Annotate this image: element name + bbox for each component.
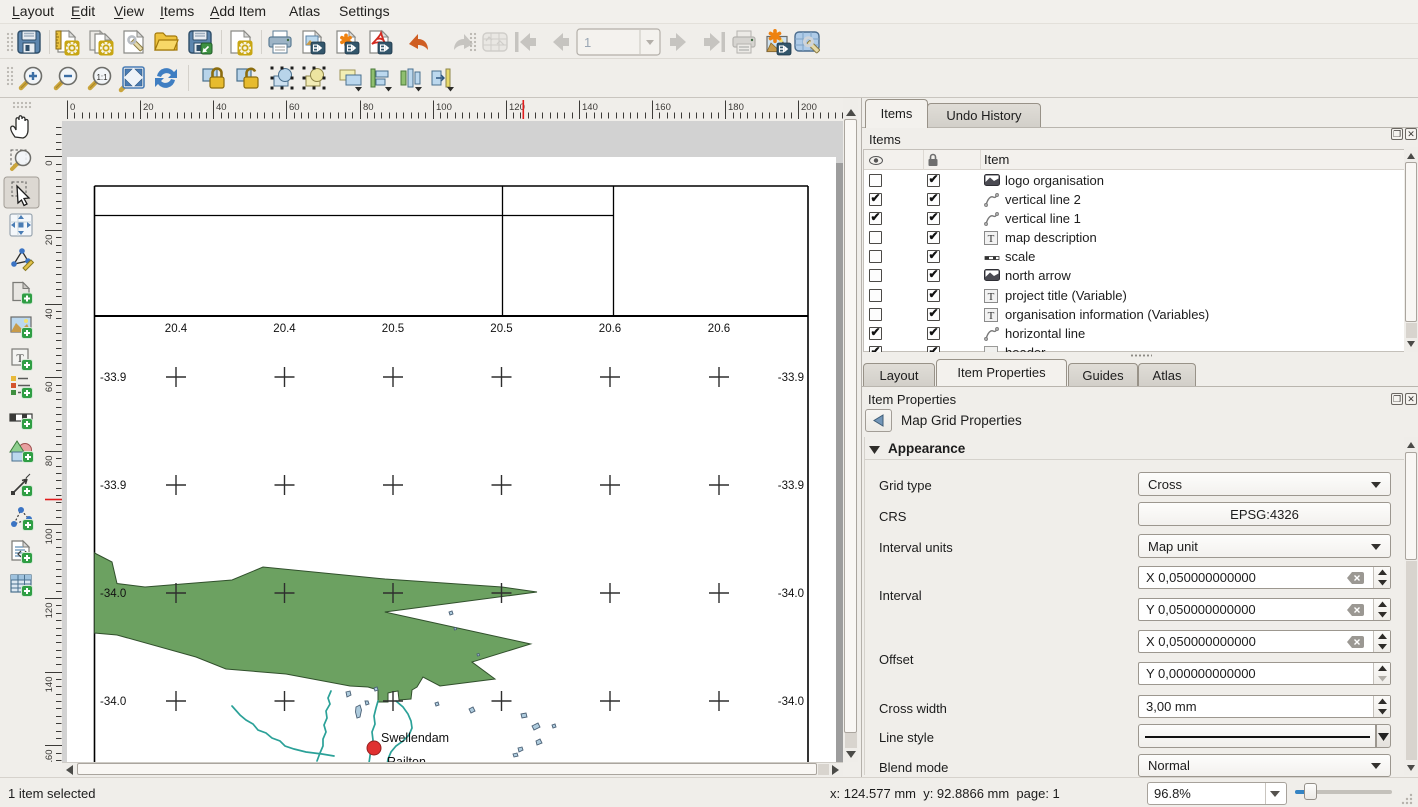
svg-text:-33.9: -33.9	[778, 480, 804, 492]
svg-text:T: T	[988, 310, 995, 322]
svg-text:20.6: 20.6	[599, 323, 621, 335]
svg-text:20: 20	[143, 102, 154, 113]
svg-text:T: T	[988, 233, 995, 245]
svg-text:160: 160	[44, 750, 55, 763]
svg-text:20.6: 20.6	[708, 323, 730, 335]
svg-text:1:1: 1:1	[96, 73, 108, 82]
svg-text:Swellendam: Swellendam	[381, 731, 449, 745]
svg-text:20.5: 20.5	[490, 323, 512, 335]
svg-text:1: 1	[584, 35, 591, 50]
svg-text:100: 100	[436, 102, 452, 113]
svg-text:40: 40	[216, 102, 227, 113]
svg-text:-33.9: -33.9	[100, 372, 126, 384]
svg-text:160: 160	[655, 102, 671, 113]
svg-text:-33.9: -33.9	[778, 372, 804, 384]
svg-text:20.4: 20.4	[273, 323, 296, 335]
svg-text:0: 0	[44, 161, 55, 166]
svg-text:180: 180	[728, 102, 744, 113]
svg-text:60: 60	[289, 102, 300, 113]
svg-text:-34.0: -34.0	[100, 696, 126, 708]
svg-text:-34.0: -34.0	[778, 696, 804, 708]
svg-text:140: 140	[582, 102, 598, 113]
svg-text:140: 140	[44, 677, 55, 693]
svg-text:60: 60	[44, 382, 55, 393]
svg-text:40: 40	[44, 309, 55, 320]
svg-text:80: 80	[363, 102, 374, 113]
svg-text:T: T	[988, 291, 995, 303]
svg-text:20: 20	[44, 235, 55, 246]
svg-text:-34.0: -34.0	[778, 588, 804, 600]
svg-text:-34.0: -34.0	[100, 588, 126, 600]
svg-text:0: 0	[70, 102, 75, 113]
svg-text:200: 200	[801, 102, 817, 113]
svg-text:80: 80	[44, 456, 55, 467]
svg-text:100: 100	[44, 529, 55, 545]
svg-text:-33.9: -33.9	[100, 480, 126, 492]
svg-text:120: 120	[509, 102, 525, 113]
svg-text:Railton: Railton	[387, 755, 426, 762]
svg-text:120: 120	[44, 603, 55, 619]
svg-text:20.5: 20.5	[382, 323, 404, 335]
svg-text:20.4: 20.4	[165, 323, 188, 335]
